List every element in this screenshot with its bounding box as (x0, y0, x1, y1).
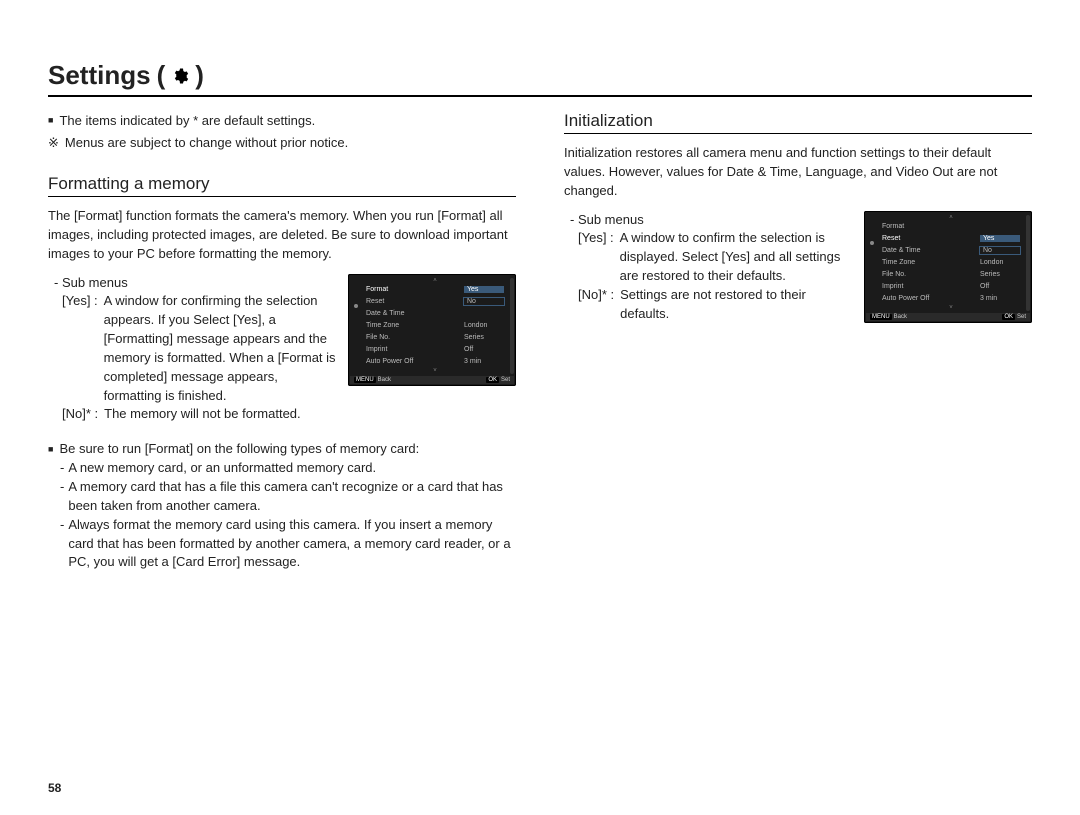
initialization-intro: Initialization restores all camera menu … (564, 144, 1032, 201)
formatting-no-txt: The memory will not be formatted. (104, 405, 301, 424)
formatting-screenshot: ˄ FormatYes ResetNo Date & Time Time Zon… (348, 274, 516, 386)
gear-icon (171, 67, 189, 85)
mini-row-autopower: Auto Power Off3 min (362, 356, 508, 368)
formatting-yes-txt: A window for confirming the selection ap… (104, 292, 336, 405)
initialization-submenu-text: - Sub menus [Yes] : A window to confirm … (564, 211, 852, 324)
left-column: The items indicated by * are default set… (48, 111, 516, 572)
caret-down-icon-2: ˅ (878, 305, 1024, 311)
run-item-2: A memory card that has a file this camer… (68, 478, 516, 516)
mini2-row-imprint: ImprintOff (878, 281, 1024, 293)
initialization-yes-key: [Yes] : (578, 229, 614, 286)
open-paren: ( (157, 60, 166, 91)
mini-footer: MENUBack OKSet (350, 376, 514, 384)
mini-gear-icon (350, 278, 362, 374)
initialization-no-txt: Settings are not restored to their defau… (620, 286, 852, 324)
initialization-screenshot: ˄ Format ResetYes Date & TimeNo Time Zon… (864, 211, 1032, 323)
caret-down-icon: ˅ (362, 368, 508, 374)
mini2-row-fileno: File No.Series (878, 269, 1024, 281)
mini-row-reset: ResetNo (362, 296, 508, 308)
right-column: Initialization Initialization restores a… (564, 111, 1032, 572)
mini-row-datetime: Date & Time (362, 308, 508, 320)
mini-scrollbar (510, 278, 514, 374)
initialization-heading: Initialization (564, 111, 1032, 134)
mini2-row-datetime: Date & TimeNo (878, 245, 1024, 257)
mini-row-timezone: Time ZoneLondon (362, 320, 508, 332)
mini2-row-reset: ResetYes (878, 233, 1024, 245)
initialization-no-key: [No]* : (578, 286, 614, 324)
run-item-3: Always format the memory card using this… (68, 516, 516, 573)
close-paren: ) (195, 60, 204, 91)
initialization-sub-label: - Sub menus (564, 211, 852, 230)
mini-footer-2: MENUBack OKSet (866, 313, 1030, 321)
formatting-heading: Formatting a memory (48, 174, 516, 197)
formatting-no-key: [No]* : (62, 405, 98, 424)
note-change: Menus are subject to change without prio… (65, 133, 348, 153)
initialization-yes-txt: A window to confirm the selection is dis… (620, 229, 852, 286)
mini-row-imprint: ImprintOff (362, 344, 508, 356)
run-item-1: A new memory card, or an unformatted mem… (68, 459, 376, 478)
initialization-submenu-block: - Sub menus [Yes] : A window to confirm … (564, 211, 1032, 324)
mini-scrollbar-2 (1026, 215, 1030, 311)
mini-gear-icon-2 (866, 215, 878, 311)
mini2-row-autopower: Auto Power Off3 min (878, 293, 1024, 305)
note-default: The items indicated by * are default set… (59, 111, 315, 131)
mini-row-fileno: File No.Series (362, 332, 508, 344)
content-columns: The items indicated by * are default set… (48, 111, 1032, 572)
page-title: Settings ( ) (48, 60, 1032, 97)
page-number: 58 (48, 781, 61, 795)
formatting-submenu-block: - Sub menus [Yes] : A window for confirm… (48, 274, 516, 425)
formatting-sub-label: - Sub menus (48, 274, 336, 293)
run-heading: Be sure to run [Format] on the following… (59, 440, 419, 459)
formatting-intro: The [Format] function formats the camera… (48, 207, 516, 264)
page-title-text: Settings (48, 60, 151, 91)
mini2-row-timezone: Time ZoneLondon (878, 257, 1024, 269)
mini2-row-format: Format (878, 221, 1024, 233)
formatting-yes-key: [Yes] : (62, 292, 98, 405)
formatting-run-list: Be sure to run [Format] on the following… (48, 440, 516, 572)
intro-notes: The items indicated by * are default set… (48, 111, 516, 152)
formatting-submenu-text: - Sub menus [Yes] : A window for confirm… (48, 274, 336, 425)
mini-row-format: FormatYes (362, 284, 508, 296)
